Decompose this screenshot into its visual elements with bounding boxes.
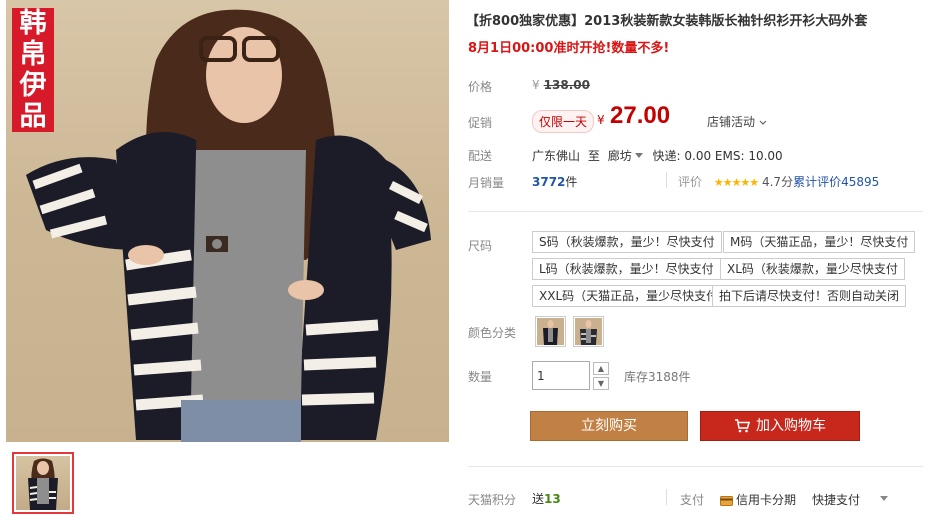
store-activity-dropdown[interactable]: 店铺活动 <box>707 113 767 130</box>
rating-total: 累计评价45895 <box>793 175 880 189</box>
pay-method-1: 信用卡分期 <box>736 493 797 507</box>
sales-unit: 件 <box>565 175 578 189</box>
brand-char: 帛 <box>19 39 47 70</box>
shipping-info: 广东佛山 至 廊坊 快递: 0.00 EMS: 10.00 <box>532 147 783 164</box>
promo-label: 促销 <box>468 116 493 130</box>
rating-score: 4.7分 <box>761 175 794 189</box>
ship-from: 广东佛山 <box>532 149 581 163</box>
model-photo-illustration <box>26 9 431 442</box>
points-info: 送13 <box>532 490 561 507</box>
section-divider <box>468 466 923 467</box>
brand-char: 品 <box>19 101 47 132</box>
add-to-cart-label: 加入购物车 <box>756 418 826 434</box>
price-label: 价格 <box>468 80 493 94</box>
stock-count: 库存3188件 <box>624 370 691 384</box>
star-rating-icon: ★★★★★ <box>713 176 759 189</box>
sales-count: 3772 <box>532 175 566 189</box>
swatch-image <box>575 318 602 345</box>
size-option-xl[interactable]: XL码（秋装爆款，量少尽快支付 <box>720 258 905 280</box>
price-currency: ¥ <box>532 78 540 92</box>
color-swatch-1[interactable] <box>535 316 566 347</box>
color-swatch-2[interactable] <box>573 316 604 347</box>
pay-label: 支付 <box>680 493 705 507</box>
size-label: 尺码 <box>468 239 493 253</box>
shipping-label: 配送 <box>468 149 493 163</box>
store-activity-label: 店铺活动 <box>707 115 756 129</box>
quantity-input[interactable] <box>532 361 590 390</box>
ship-destination: 廊坊 <box>607 149 632 163</box>
size-option-s[interactable]: S码（秋装爆款，量少！尽快支付 <box>532 231 722 253</box>
chevron-down-icon <box>759 120 767 125</box>
brand-logo-stamp: 韩 帛 伊 品 <box>12 8 54 132</box>
size-option-xxl[interactable]: XXL码（天猫正品，量少尽快支付 <box>532 285 726 307</box>
credit-installment-option[interactable]: 信用卡分期 <box>720 491 796 508</box>
size-option-notice[interactable]: 拍下后请尽快支付！否则自动关闭 <box>712 285 907 307</box>
quantity-decrease-button[interactable]: ▼ <box>593 377 609 390</box>
points-prefix: 送 <box>532 492 545 506</box>
ship-fees: 快递: 0.00 EMS: 10.00 <box>652 149 783 163</box>
points-value: 13 <box>544 492 561 506</box>
brand-char: 伊 <box>19 70 47 101</box>
product-thumbnail[interactable] <box>12 452 74 514</box>
monthly-sales: 3772件 <box>532 173 577 190</box>
rating-label: 评价 <box>678 175 703 189</box>
product-main-image[interactable]: 韩 帛 伊 品 <box>6 0 449 442</box>
size-option-l[interactable]: L码（秋装爆款，量少！尽快支付 <box>532 258 721 280</box>
sales-label: 月销量 <box>468 176 505 190</box>
product-title: 【折800独家优惠】2013秋装新款女装韩版长袖针织衫开衫大码外套 <box>466 14 868 29</box>
divider <box>666 172 667 188</box>
promo-badge: 仅限一天 <box>532 110 595 133</box>
promo-currency: ¥ <box>597 113 605 127</box>
original-price: ¥138.00 <box>532 78 590 92</box>
original-price-value: 138.00 <box>543 78 590 92</box>
ship-to-word: 至 <box>587 149 600 163</box>
points-label: 天猫积分 <box>468 493 517 507</box>
brand-char: 韩 <box>19 8 47 39</box>
product-subtitle: 8月1日00:00准时开抢!数量不多! <box>468 41 670 56</box>
size-option-m[interactable]: M码（天猫正品，量少！尽快支付 <box>723 231 916 253</box>
promo-price: 27.00 <box>610 102 671 129</box>
section-divider <box>468 211 923 212</box>
rating-summary[interactable]: 评价 ★★★★★ 4.7分累计评价45895 <box>678 173 879 190</box>
add-to-cart-button[interactable]: 加入购物车 <box>700 411 860 441</box>
swatch-image <box>537 318 564 345</box>
credit-card-icon <box>720 495 733 506</box>
thumbnail-image <box>28 458 58 510</box>
color-label: 颜色分类 <box>468 326 517 340</box>
quantity-label: 数量 <box>468 370 493 384</box>
caret-down-icon <box>634 153 643 158</box>
buy-now-label: 立刻购买 <box>581 418 637 434</box>
cart-icon <box>735 419 750 433</box>
buy-now-button[interactable]: 立刻购买 <box>530 411 688 441</box>
divider <box>666 489 667 505</box>
quantity-increase-button[interactable]: ▲ <box>593 362 609 375</box>
payment-dropdown-caret-icon[interactable] <box>880 496 888 501</box>
ship-destination-select[interactable]: 廊坊 <box>608 149 649 163</box>
pay-method-2[interactable]: 快捷支付 <box>812 491 860 508</box>
